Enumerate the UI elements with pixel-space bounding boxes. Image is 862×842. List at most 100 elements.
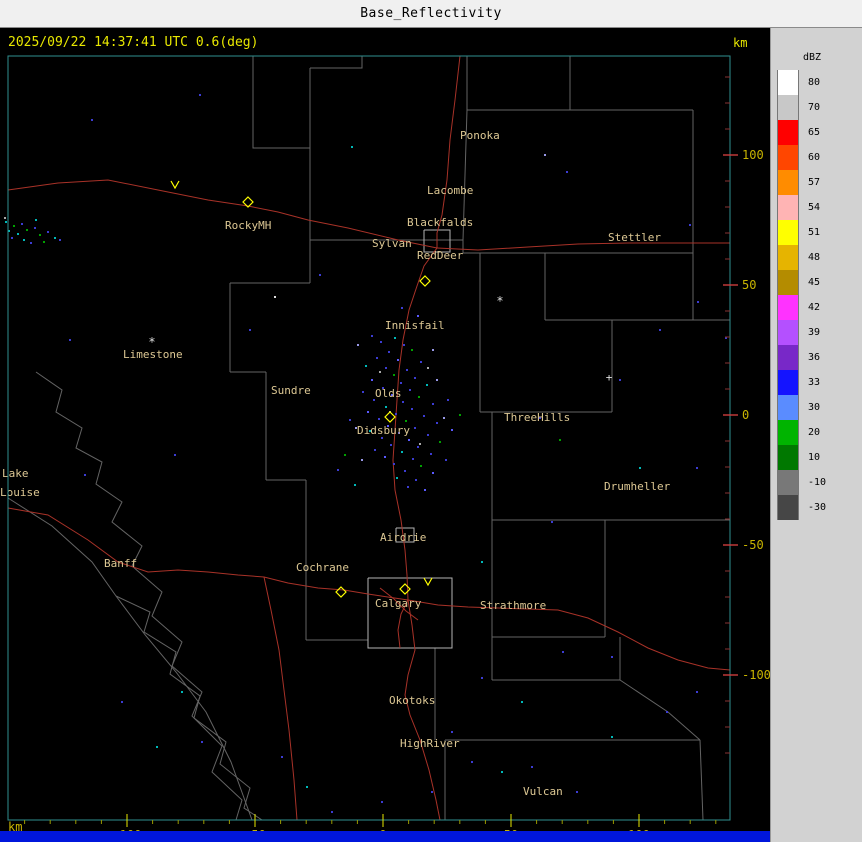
reflectivity-echo [54,237,56,239]
radar-site-diamond-icon [335,586,347,598]
legend-title: dBZ [803,52,822,63]
city-label: Cochrane [296,561,349,574]
legend-swatch [777,370,799,395]
reflectivity-echo [562,651,564,653]
county-boundary [310,56,363,69]
reflectivity-echo [414,427,416,429]
legend-swatch [777,345,799,370]
reflectivity-echo [393,374,395,376]
reflectivity-echo [408,439,410,441]
reflectivity-echo [401,451,403,453]
reflectivity-echo [689,224,691,226]
reflectivity-echo [23,239,25,241]
city-label: RedDeer [417,249,464,262]
plot-border [7,55,731,821]
legend-entry: 51 [777,220,826,245]
reflectivity-echo [35,219,37,221]
legend-dbz-label: 57 [808,177,821,188]
reflectivity-echo [306,786,308,788]
legend-entry: 20 [777,420,826,445]
reflectivity-echo [406,369,408,371]
reflectivity-echo [451,731,453,733]
city-label: HighRiver [400,737,460,750]
legend-entry: -10 [777,470,826,495]
legend-swatch [777,320,799,345]
reflectivity-legend-panel: dBZ 80 70 65 60 57 54 51 48 45 42 39 36 33 30 20 10 -10 -… [770,28,862,842]
legend-dbz-label: 51 [808,227,821,238]
reflectivity-echo [361,459,363,461]
reflectivity-echo [17,233,19,235]
checkmark-marker-icon [170,180,180,190]
city-label: Lake [2,467,29,480]
city-label: Airdrie [380,531,426,544]
reflectivity-echo [396,477,398,479]
highway-line [436,242,730,251]
reflectivity-echo [559,439,561,441]
reflectivity-echo [59,239,61,241]
reflectivity-echo [431,791,433,793]
city-label: Calgary [375,597,422,610]
reflectivity-echo [84,474,86,476]
city-label: Sundre [271,384,311,397]
reflectivity-echo [544,154,546,156]
radar-display[interactable]: Ponoka Lacombe Blackfalds Sylvan RedDeer Stet… [0,28,770,842]
city-label: Lacombe [427,184,473,197]
reflectivity-echo [439,441,441,443]
reflectivity-echo [201,741,203,743]
city-label: Vulcan [523,785,563,798]
animation-progress-bar[interactable] [0,831,770,842]
reflectivity-echo [409,389,411,391]
reflectivity-echo [380,341,382,343]
reflectivity-echo [426,384,428,386]
reflectivity-echo [376,357,378,359]
city-label: Limestone [123,348,183,361]
county-boundary [35,371,243,821]
reflectivity-echo [420,465,422,467]
reflectivity-echo [419,443,421,445]
reflectivity-echo [411,349,413,351]
legend-entry: 42 [777,295,826,320]
reflectivity-echo [388,351,390,353]
county-boundary [7,497,253,821]
reflectivity-echo [381,801,383,803]
highway-line [7,507,409,601]
reflectivity-echo [371,379,373,381]
reflectivity-echo [365,365,367,367]
reflectivity-echo [696,691,698,693]
reflectivity-echo [281,756,283,758]
legend-swatch [777,120,799,145]
county-boundary [619,679,701,741]
reflectivity-echo [69,339,71,341]
reflectivity-echo [401,307,403,309]
reflectivity-echo [199,94,201,96]
reflectivity-echo [404,470,406,472]
legend-dbz-label: 39 [808,327,821,338]
reflectivity-echo [371,335,373,337]
reflectivity-echo [412,458,414,460]
city-label: Innisfail [385,319,445,332]
reflectivity-echo [405,420,407,422]
legend-swatch [777,195,799,220]
reflectivity-echo [344,454,346,456]
reflectivity-echo [521,701,523,703]
reflectivity-echo [551,521,553,523]
city-label: Stettler [608,231,661,244]
legend-entry: 48 [777,245,826,270]
reflectivity-echo [432,349,434,351]
reflectivity-echo [443,417,445,419]
legend-entry: 10 [777,445,826,470]
reflectivity-echo [402,401,404,403]
reflectivity-echo [501,771,503,773]
reflectivity-echo [47,231,49,233]
city-label: Blackfalds [407,216,473,229]
legend-entry: 39 [777,320,826,345]
radar-site-diamond-icon [384,411,396,423]
legend-swatch [777,245,799,270]
window-title: Base_Reflectivity [360,6,502,21]
legend-entry: 70 [777,95,826,120]
reflectivity-echo [181,691,183,693]
reflectivity-echo [611,656,613,658]
reflectivity-echo [403,344,405,346]
reflectivity-echo [378,418,380,420]
reflectivity-echo [639,467,641,469]
